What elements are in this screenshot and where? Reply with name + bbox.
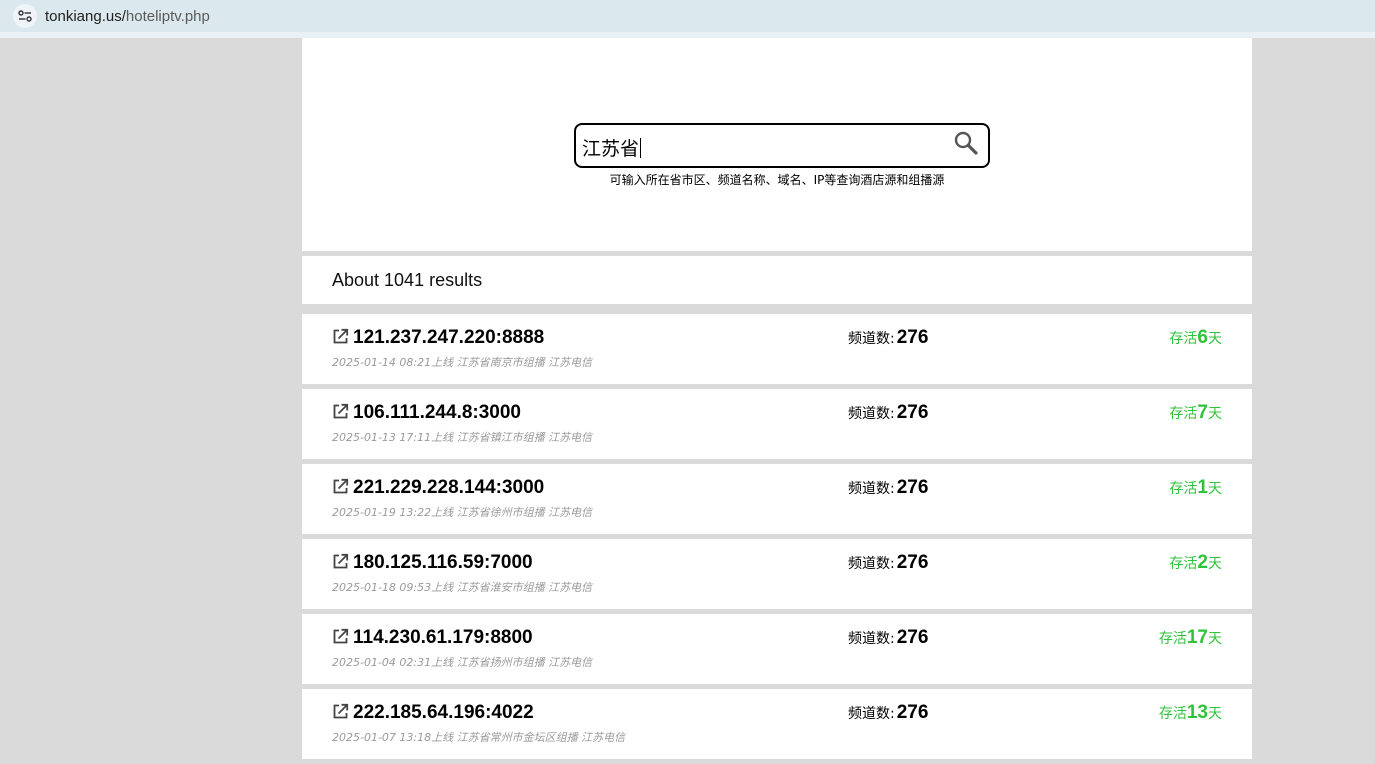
results-count: About 1041 results — [302, 256, 1252, 304]
external-link-icon[interactable] — [332, 703, 349, 720]
channels-label: 频道数: — [848, 481, 895, 497]
search-panel: 江苏省 可输入所在省市区、频道名称、域名、IP等查询酒店源和组播源 — [302, 38, 1252, 251]
channels-label: 频道数: — [848, 406, 895, 422]
channels-label: 频道数: — [848, 556, 895, 572]
result-channels: 频道数: 276 — [848, 327, 928, 349]
alive-prefix: 存活 — [1169, 331, 1198, 347]
result-meta: 2025-01-14 08:21上线 江苏省南京市组播 江苏电信 — [332, 356, 593, 369]
alive-days: 17 — [1186, 627, 1208, 648]
result-channels: 频道数: 276 — [848, 477, 928, 499]
search-box[interactable]: 江苏省 — [574, 123, 990, 168]
text-caret — [640, 138, 642, 158]
result-alive: 存活6天 — [1169, 327, 1222, 349]
external-link-icon[interactable] — [332, 628, 349, 645]
result-row-3: 221.229.228.144:3000 2025-01-19 13:22上线 … — [302, 464, 1252, 534]
alive-prefix: 存活 — [1169, 406, 1198, 422]
result-row-4: 180.125.116.59:7000 2025-01-18 09:53上线 江… — [302, 539, 1252, 609]
alive-prefix: 存活 — [1158, 706, 1187, 722]
alive-days: 7 — [1197, 402, 1208, 423]
channels-label: 频道数: — [848, 331, 895, 347]
alive-suffix: 天 — [1208, 481, 1222, 497]
search-input[interactable]: 江苏省 — [582, 134, 642, 161]
result-meta: 2025-01-13 17:11上线 江苏省镇江市组播 江苏电信 — [332, 431, 593, 444]
alive-suffix: 天 — [1208, 706, 1222, 722]
external-link-icon[interactable] — [332, 553, 349, 570]
search-icon — [954, 131, 978, 155]
result-channels: 频道数: 276 — [848, 552, 928, 574]
result-channels: 频道数: 276 — [848, 702, 928, 724]
alive-suffix: 天 — [1208, 631, 1222, 647]
alive-suffix: 天 — [1208, 406, 1222, 422]
external-link-icon[interactable] — [332, 403, 349, 420]
result-alive: 存活13天 — [1159, 702, 1222, 724]
result-ip-link[interactable]: 222.185.64.196:4022 — [353, 702, 534, 724]
channels-count: 276 — [896, 702, 929, 723]
result-alive: 存活1天 — [1169, 477, 1222, 499]
channels-label: 频道数: — [848, 706, 895, 722]
result-channels: 频道数: 276 — [848, 627, 928, 649]
external-link-icon[interactable] — [332, 478, 349, 495]
alive-prefix: 存活 — [1169, 556, 1198, 572]
result-meta: 2025-01-19 13:22上线 江苏省徐州市组播 江苏电信 — [332, 506, 593, 519]
alive-days: 13 — [1186, 702, 1208, 723]
page-content: 江苏省 可输入所在省市区、频道名称、域名、IP等查询酒店源和组播源 About … — [302, 38, 1252, 764]
channels-label: 频道数: — [848, 631, 895, 647]
result-ip-link[interactable]: 106.111.244.8:3000 — [353, 402, 521, 424]
alive-suffix: 天 — [1208, 556, 1222, 572]
alive-suffix: 天 — [1208, 331, 1222, 347]
url-text[interactable]: tonkiang.us/hoteliptv.php — [45, 8, 210, 25]
result-meta: 2025-01-04 02:31上线 江苏省扬州市组播 江苏电信 — [332, 656, 593, 669]
result-channels: 频道数: 276 — [848, 402, 928, 424]
url-host: tonkiang.us/ — [45, 7, 126, 25]
result-ip-link[interactable]: 180.125.116.59:7000 — [353, 552, 533, 574]
channels-count: 276 — [896, 402, 929, 423]
result-meta: 2025-01-18 09:53上线 江苏省淮安市组播 江苏电信 — [332, 581, 593, 594]
search-button[interactable] — [953, 130, 979, 156]
address-bar[interactable]: tonkiang.us/hoteliptv.php — [0, 0, 1375, 38]
site-info-icon[interactable] — [13, 4, 37, 28]
result-ip-link[interactable]: 114.230.61.179:8800 — [353, 627, 533, 649]
alive-days: 1 — [1197, 477, 1208, 498]
search-input-value: 江苏省 — [582, 138, 640, 160]
result-row-6: 222.185.64.196:4022 2025-01-07 13:18上线 江… — [302, 689, 1252, 759]
result-row-2: 106.111.244.8:3000 2025-01-13 17:11上线 江苏… — [302, 389, 1252, 459]
result-row-5: 114.230.61.179:8800 2025-01-04 02:31上线 江… — [302, 614, 1252, 684]
channels-count: 276 — [896, 552, 929, 573]
url-path: hoteliptv.php — [125, 7, 210, 25]
search-hint: 可输入所在省市区、频道名称、域名、IP等查询酒店源和组播源 — [609, 173, 945, 187]
channels-count: 276 — [896, 477, 929, 498]
result-alive: 存活7天 — [1169, 402, 1222, 424]
result-ip-link[interactable]: 121.237.247.220:8888 — [353, 327, 544, 349]
result-alive: 存活17天 — [1159, 627, 1222, 649]
result-meta: 2025-01-07 13:18上线 江苏省常州市金坛区组播 江苏电信 — [332, 731, 626, 744]
result-ip-link[interactable]: 221.229.228.144:3000 — [353, 477, 544, 499]
alive-days: 6 — [1197, 327, 1208, 348]
result-list: 121.237.247.220:8888 2025-01-14 08:21上线 … — [302, 314, 1252, 759]
external-link-icon[interactable] — [332, 328, 349, 345]
result-row-1: 121.237.247.220:8888 2025-01-14 08:21上线 … — [302, 314, 1252, 384]
channels-count: 276 — [896, 327, 929, 348]
channels-count: 276 — [896, 627, 929, 648]
result-alive: 存活2天 — [1169, 552, 1222, 574]
alive-days: 2 — [1197, 552, 1208, 573]
alive-prefix: 存活 — [1169, 481, 1198, 497]
alive-prefix: 存活 — [1158, 631, 1187, 647]
